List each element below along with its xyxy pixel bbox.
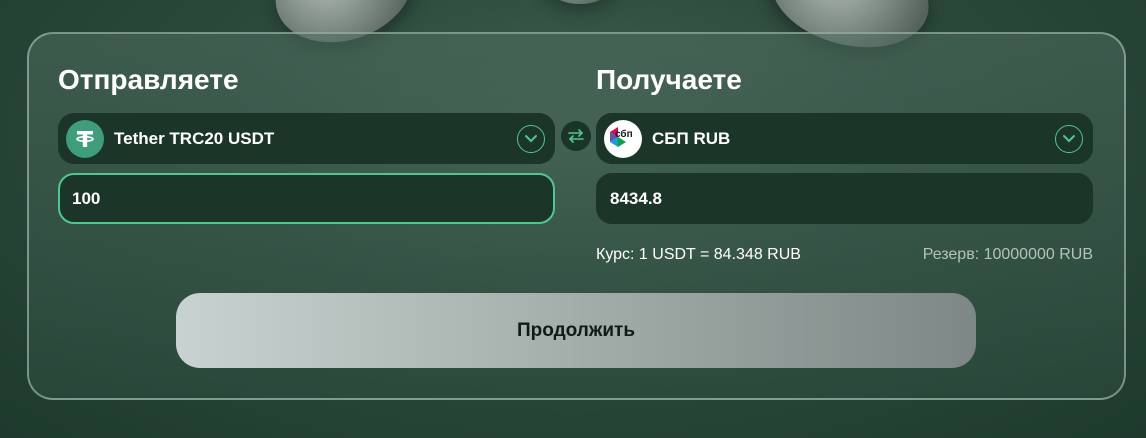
send-currency-select[interactable]: Tether TRC20 USDT (58, 113, 555, 164)
receive-currency-select[interactable]: сбп СБП RUB (596, 113, 1093, 164)
reserve-amount: Резерв: 10000000 RUB (922, 246, 1093, 263)
sbp-icon-text: сбп (615, 128, 633, 140)
continue-button[interactable]: Продолжить (176, 293, 976, 368)
sbp-icon: сбп (604, 119, 642, 158)
chevron-down-icon[interactable] (1055, 124, 1083, 153)
swap-arrows-icon[interactable] (561, 121, 591, 151)
send-amount-input[interactable] (58, 173, 555, 224)
receive-currency-label: СБП RUB (652, 128, 731, 148)
chevron-down-icon[interactable] (517, 124, 545, 153)
tether-icon (66, 119, 104, 158)
receive-title: Получаете (596, 64, 742, 95)
decorative-coin (545, 0, 615, 4)
exchange-rate: Курс: 1 USDT = 84.348 RUB (596, 246, 801, 263)
receive-amount-input[interactable] (596, 173, 1093, 224)
send-currency-label: Tether TRC20 USDT (114, 128, 275, 148)
send-title: Отправляете (58, 64, 239, 95)
